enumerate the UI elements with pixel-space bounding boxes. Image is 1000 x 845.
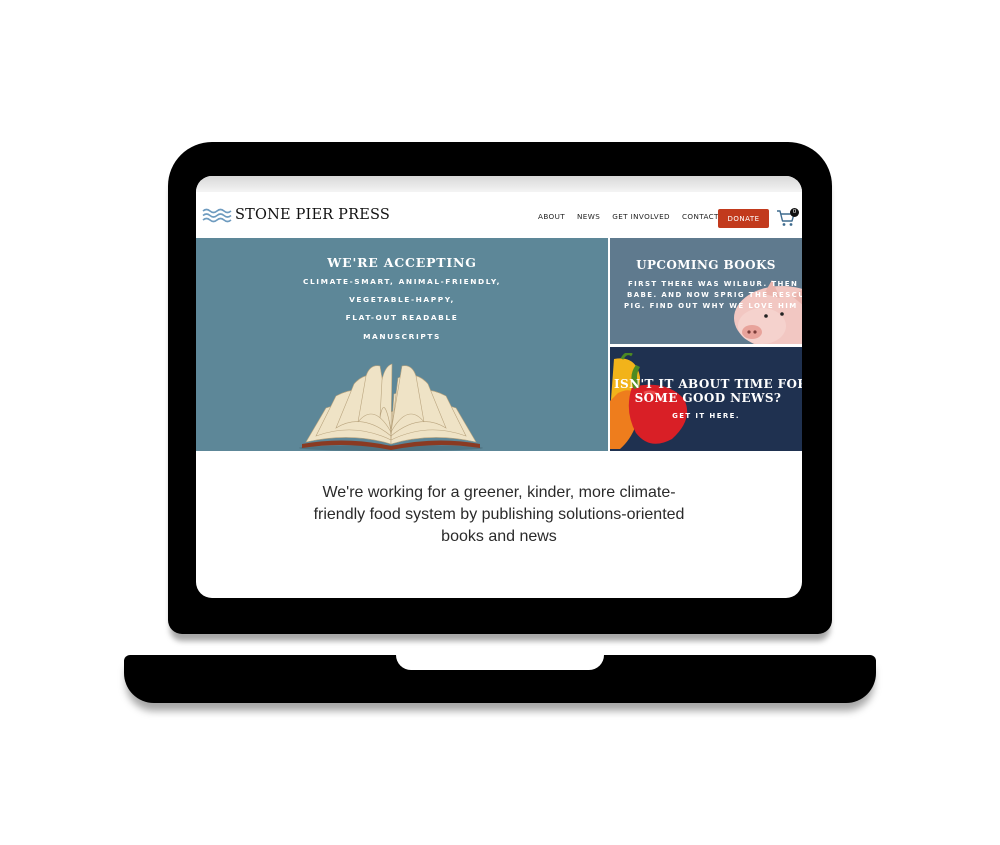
cart-count-badge: 0 xyxy=(790,208,799,217)
laptop-base-notch xyxy=(396,655,604,670)
site-header: STONE PIER PRESS ABOUT NEWS GET INVOLVED… xyxy=(196,192,802,238)
waves-icon xyxy=(202,208,232,223)
nav-get-involved[interactable]: GET INVOLVED xyxy=(612,212,670,221)
mission-line: We're working for a greener, kinder, mor… xyxy=(322,484,676,501)
hero-line: VEGETABLE-HAPPY, xyxy=(349,295,455,304)
mission-line: friendly food system by publishing solut… xyxy=(313,506,685,523)
upcoming-books-text: BABE. AND NOW SPRIG THE RESCU xyxy=(627,291,802,299)
hero-line: MANUSCRIPTS xyxy=(363,332,441,341)
hero-line: CLIMATE-SMART, ANIMAL-FRIENDLY, xyxy=(302,277,502,286)
nav-news[interactable]: NEWS xyxy=(577,212,600,221)
main-nav: ABOUT NEWS GET INVOLVED CONTACT xyxy=(538,212,731,221)
logo-text: STONE PIER PRESS xyxy=(235,207,391,223)
good-news-tile[interactable]: ISN'T IT ABOUT TIME FOR SOME GOOD NEWS? … xyxy=(610,347,802,451)
donate-button[interactable]: DONATE xyxy=(718,209,769,228)
good-news-title: ISN'T IT ABOUT TIME FOR xyxy=(614,377,802,391)
laptop-screen: STONE PIER PRESS ABOUT NEWS GET INVOLVED… xyxy=(196,176,802,598)
upcoming-books-title: UPCOMING BOOKS xyxy=(636,258,776,272)
hero-manuscripts-banner[interactable]: WE'RE ACCEPTING CLIMATE-SMART, ANIMAL-FR… xyxy=(196,238,608,451)
upcoming-books-text: PIG. FIND OUT WHY WE LOVE HIM xyxy=(624,302,798,310)
browser-top-strip xyxy=(196,176,802,192)
upcoming-books-text: FIRST THERE WAS WILBUR. THEN xyxy=(628,280,799,288)
hero-title: WE'RE ACCEPTING xyxy=(327,255,477,270)
upcoming-books-tile[interactable]: UPCOMING BOOKS FIRST THERE WAS WILBUR. T… xyxy=(610,238,802,344)
mission-line: books and news xyxy=(441,528,557,545)
nav-contact[interactable]: CONTACT xyxy=(682,212,719,221)
nav-about[interactable]: ABOUT xyxy=(538,212,565,221)
site-logo[interactable]: STONE PIER PRESS xyxy=(202,207,390,223)
hero-line: FLAT-OUT READABLE xyxy=(345,313,459,322)
good-news-cta[interactable]: GET IT HERE. xyxy=(610,412,802,420)
good-news-title: SOME GOOD NEWS? xyxy=(634,391,782,405)
open-book-image xyxy=(299,363,483,451)
mission-statement: We're working for a greener, kinder, mor… xyxy=(196,482,802,548)
